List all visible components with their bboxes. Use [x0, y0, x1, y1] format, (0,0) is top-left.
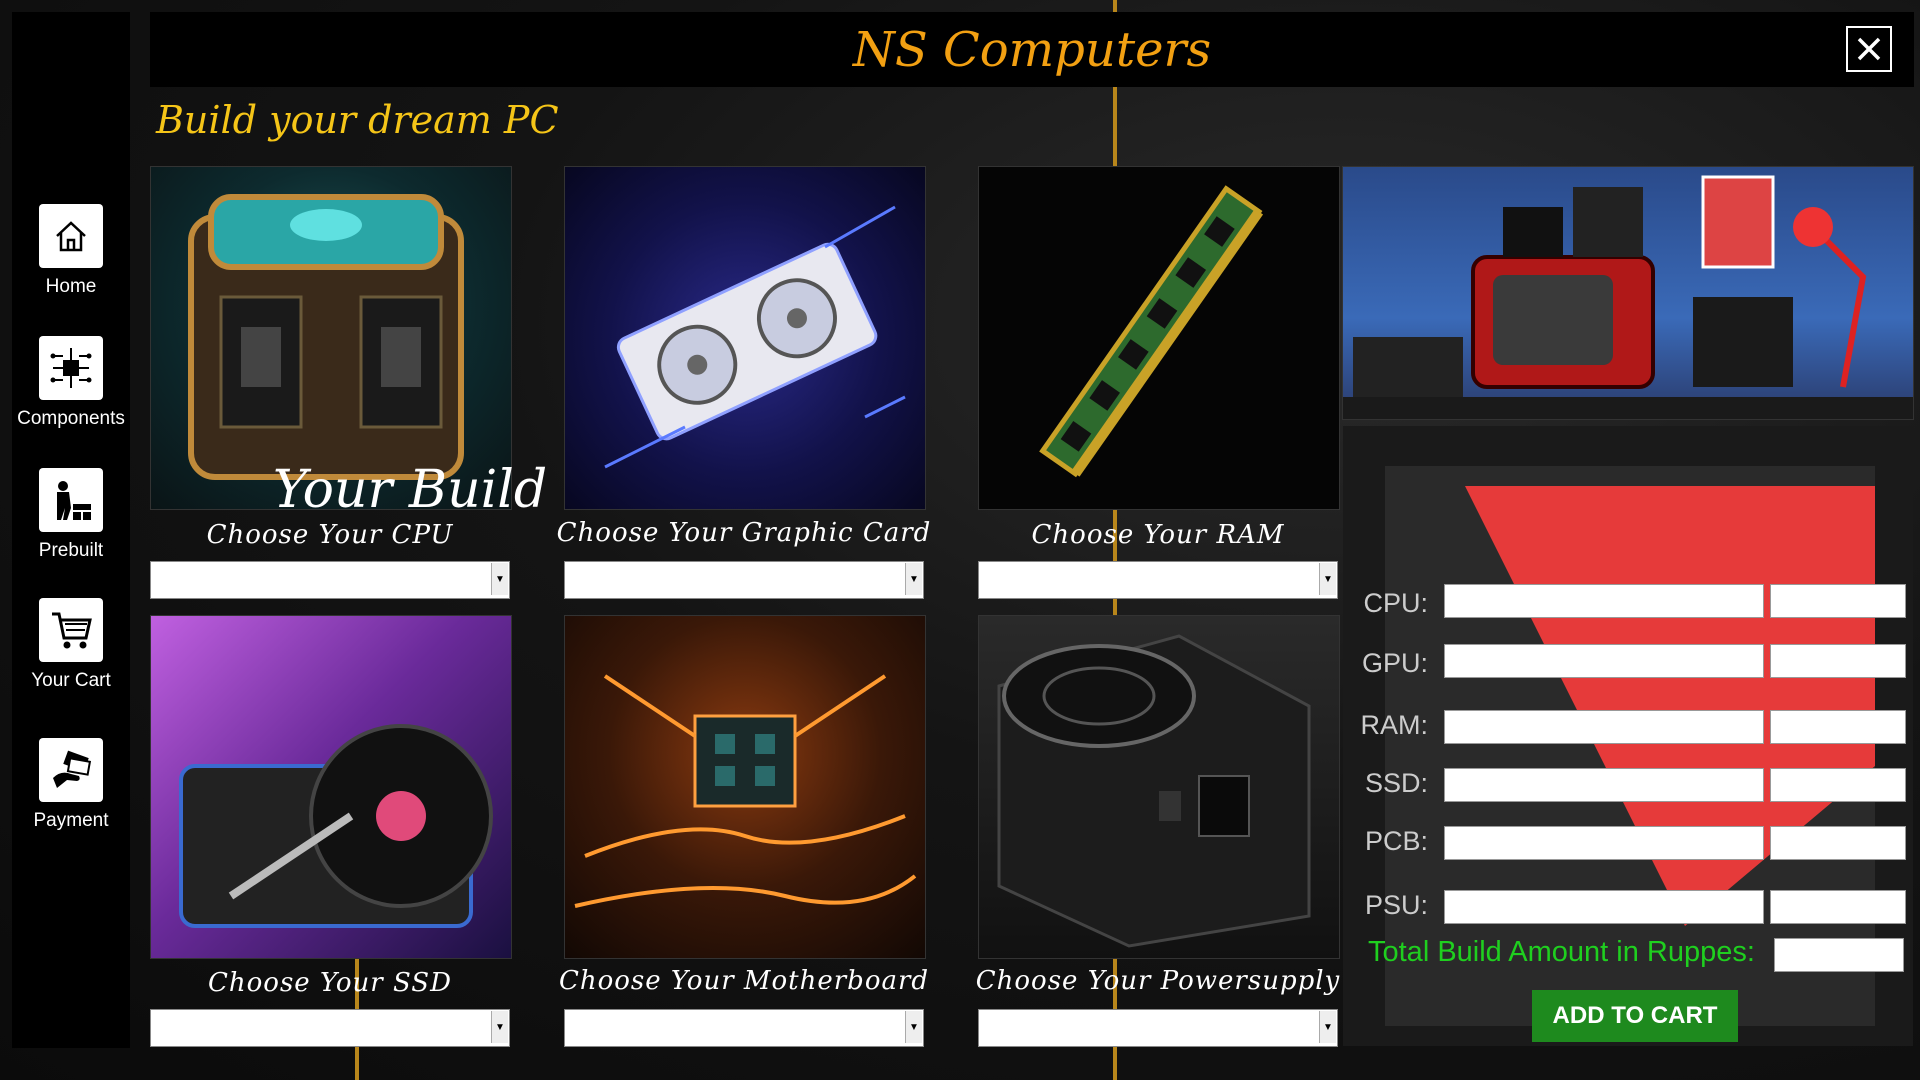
ssd-image: [150, 615, 512, 959]
sidebar-item-home[interactable]: Home: [12, 204, 130, 298]
app-title: NS Computers: [852, 22, 1212, 78]
cpu-select[interactable]: ▼: [150, 561, 510, 599]
close-icon: [1857, 37, 1881, 61]
pcb-price-field: [1770, 826, 1906, 860]
sidebar-item-label: Components: [17, 408, 125, 429]
ssd-price-field: [1770, 768, 1906, 802]
psu-image: [978, 615, 1340, 959]
ram-select[interactable]: ▼: [978, 561, 1338, 599]
cpu-label: Choose Your CPU: [206, 520, 454, 550]
ram-row-label: RAM:: [1360, 710, 1429, 740]
sidebar-item-label: Your Cart: [31, 670, 111, 691]
title-bar: NS Computers: [150, 12, 1914, 87]
payment-icon: [39, 738, 103, 802]
total-amount-label: Total Build Amount in Ruppes:: [1368, 936, 1755, 968]
home-icon: [39, 204, 103, 268]
ram-name-field: [1444, 710, 1764, 744]
ssd-name-field: [1444, 768, 1764, 802]
cpu-name-field: [1444, 584, 1764, 618]
gpu-row-label: GPU:: [1361, 648, 1428, 678]
cpu-price-field: [1770, 584, 1906, 618]
chevron-down-icon: ▼: [905, 563, 922, 595]
ssd-select[interactable]: ▼: [150, 1009, 510, 1047]
ram-image: [978, 166, 1340, 510]
gpu-label: Choose Your Graphic Card: [556, 518, 932, 548]
sidebar-item-label: Home: [45, 276, 97, 297]
sidebar-item-components[interactable]: Components: [12, 336, 130, 430]
pcb-name-field: [1444, 826, 1764, 860]
chevron-down-icon: ▼: [1319, 1011, 1336, 1043]
retro-electronics-image: [1342, 166, 1914, 420]
chevron-down-icon: ▼: [491, 1011, 508, 1043]
motherboard-select[interactable]: ▼: [564, 1009, 924, 1047]
cpu-image: [150, 166, 512, 510]
psu-name-field: [1444, 890, 1764, 924]
psu-label: Choose Your Powersupply: [975, 966, 1341, 996]
sidebar-item-label: Prebuilt: [38, 540, 104, 561]
motherboard-image: [564, 615, 926, 959]
sidebar-item-label: Payment: [33, 810, 109, 831]
psu-select[interactable]: ▼: [978, 1009, 1338, 1047]
gpu-image: [564, 166, 926, 510]
sidebar: Home Components Prebuilt Your Cart Payme…: [12, 12, 130, 1048]
motherboard-label: Choose Your Motherboard: [558, 966, 930, 996]
ssd-row-label: SSD:: [1364, 768, 1428, 798]
close-button[interactable]: [1846, 26, 1892, 72]
ssd-label: Choose Your SSD: [208, 968, 452, 998]
cpu-row-label: CPU:: [1363, 588, 1428, 618]
sidebar-item-prebuilt[interactable]: Prebuilt: [12, 468, 130, 562]
chevron-down-icon: ▼: [905, 1011, 922, 1043]
add-to-cart-button[interactable]: ADD TO CART: [1532, 990, 1738, 1042]
chevron-down-icon: ▼: [1319, 563, 1336, 595]
gpu-name-field: [1444, 644, 1764, 678]
gpu-select[interactable]: ▼: [564, 561, 924, 599]
build-title: Your Build: [272, 460, 548, 520]
ram-label: Choose Your RAM: [1031, 520, 1285, 550]
pcb-row-label: PCB:: [1364, 826, 1428, 856]
chevron-down-icon: ▼: [491, 563, 508, 595]
sidebar-item-cart[interactable]: Your Cart: [12, 598, 130, 692]
total-amount-field: [1774, 938, 1904, 972]
psu-row-label: PSU:: [1364, 890, 1428, 920]
page-subtitle: Build your dream PC: [156, 98, 559, 142]
ram-price-field: [1770, 710, 1906, 744]
psu-price-field: [1770, 890, 1906, 924]
circuit-icon: [39, 336, 103, 400]
sidebar-item-payment[interactable]: Payment: [12, 738, 130, 832]
cart-icon: [39, 598, 103, 662]
gpu-price-field: [1770, 644, 1906, 678]
builder-icon: [39, 468, 103, 532]
